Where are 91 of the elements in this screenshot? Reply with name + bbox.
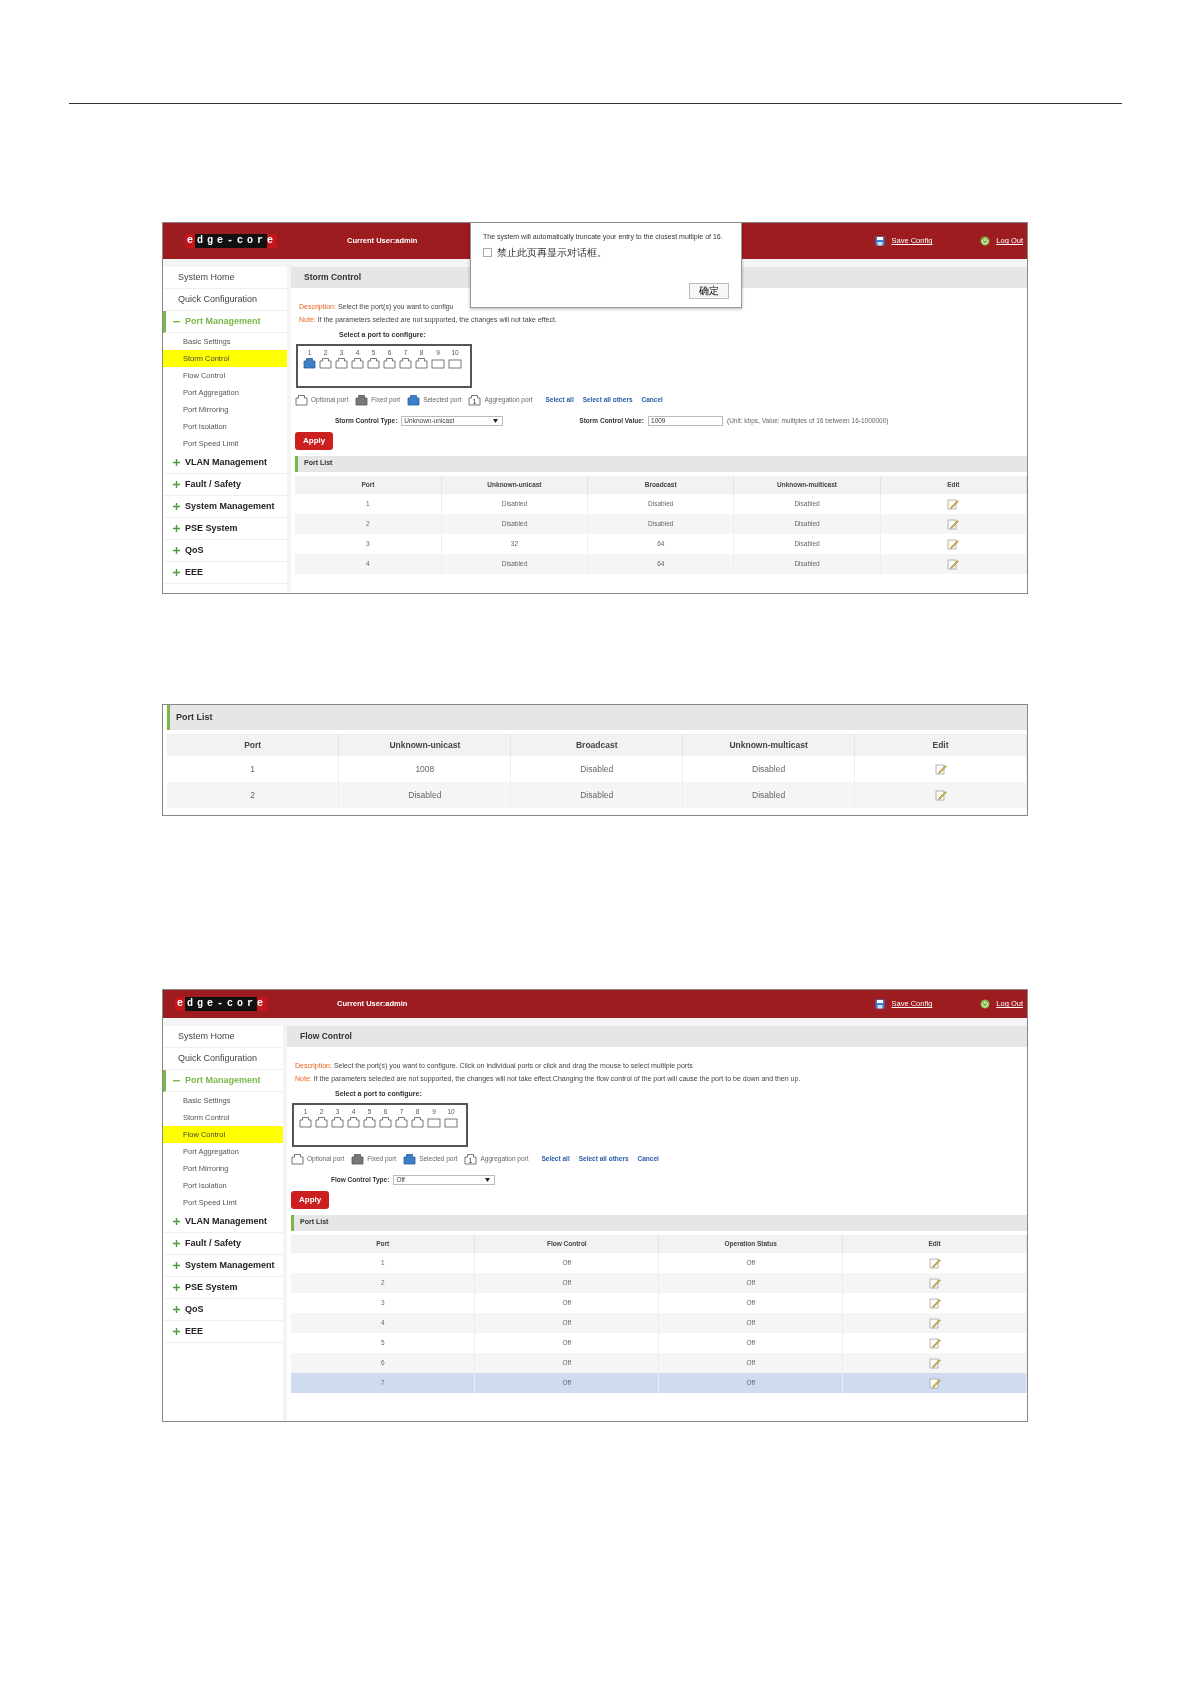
power-icon <box>980 999 991 1009</box>
port-icon[interactable] <box>427 1115 441 1128</box>
checkbox[interactable] <box>483 248 492 257</box>
column-header: Edit <box>854 734 1027 756</box>
port-icon[interactable] <box>399 356 412 369</box>
edit-icon[interactable] <box>947 557 960 570</box>
plus-icon <box>172 1327 181 1336</box>
page-title: Flow Control <box>287 1026 1027 1047</box>
port-icon <box>407 393 421 406</box>
column-header: Port <box>167 734 339 756</box>
menu-item[interactable]: Quick Configuration <box>163 1048 283 1070</box>
menu-group[interactable]: VLAN Management <box>163 1211 283 1233</box>
edit-icon[interactable] <box>947 517 960 530</box>
column-header: Unknown-unicast <box>338 734 511 756</box>
port-icon <box>403 1152 417 1165</box>
menu-item[interactable]: Quick Configuration <box>163 289 287 311</box>
power-icon <box>980 236 991 246</box>
plus-icon <box>172 1239 181 1248</box>
caret-icon <box>493 418 499 423</box>
port-icon[interactable] <box>351 356 364 369</box>
port-icon[interactable] <box>335 356 348 369</box>
caret-icon <box>485 1177 491 1182</box>
menu-group[interactable]: Fault / Safety <box>163 1233 283 1255</box>
table-cell: Disabled <box>752 763 786 774</box>
port-icon[interactable] <box>444 1115 458 1128</box>
port-icon[interactable] <box>319 356 332 369</box>
port-icon[interactable] <box>379 1115 392 1128</box>
checkbox-label: 禁止此页再显示对话框。 <box>497 246 607 259</box>
port-icon[interactable] <box>303 356 316 369</box>
plus-icon <box>172 480 181 489</box>
apply-button[interactable]: Apply <box>295 431 334 450</box>
plus-icon <box>172 1283 181 1292</box>
port-icon <box>291 1152 304 1165</box>
plus-icon <box>172 524 181 533</box>
menu-group[interactable]: System Management <box>163 1255 283 1277</box>
table-cell: Disabled <box>408 789 442 800</box>
ok-button[interactable]: 确定 <box>689 283 729 299</box>
menu-group[interactable]: PSE System <box>163 518 287 540</box>
menu-item[interactable]: System Home <box>163 1026 283 1048</box>
plus-icon <box>172 568 181 577</box>
edit-icon[interactable] <box>934 763 947 776</box>
column-header: Broadcast <box>510 734 683 756</box>
port-icon[interactable] <box>431 356 445 369</box>
port-icon[interactable] <box>363 1115 376 1128</box>
table-cell: Disabled <box>580 763 614 774</box>
section-header: Port List <box>167 705 1027 730</box>
edit-icon[interactable] <box>928 1316 941 1329</box>
port-icon[interactable] <box>411 1115 424 1128</box>
table-cell: 1008 <box>415 763 435 774</box>
port-icon[interactable] <box>315 1115 328 1128</box>
menu-group[interactable]: System Management <box>163 496 287 518</box>
port-icon[interactable] <box>415 356 428 369</box>
edit-icon[interactable] <box>947 537 960 550</box>
plus-icon <box>172 458 181 467</box>
plus-icon <box>172 1261 181 1270</box>
edit-icon[interactable] <box>928 1296 941 1309</box>
port-icon <box>295 393 308 406</box>
menu-item[interactable]: System Home <box>163 267 287 289</box>
plus-icon <box>172 1305 181 1314</box>
edit-icon[interactable] <box>947 497 960 510</box>
table-cell: 2 <box>250 789 256 800</box>
port-icon[interactable] <box>448 356 462 369</box>
edit-icon[interactable] <box>934 789 947 802</box>
edit-icon[interactable] <box>928 1376 941 1389</box>
edit-icon[interactable] <box>928 1356 941 1369</box>
edit-icon[interactable] <box>928 1336 941 1349</box>
plus-icon <box>172 1217 181 1226</box>
port-icon[interactable] <box>383 356 396 369</box>
port-icon <box>355 393 369 406</box>
port-icon[interactable] <box>367 356 380 369</box>
edit-icon[interactable] <box>928 1256 941 1269</box>
plus-icon <box>172 546 181 555</box>
menu-group[interactable]: VLAN Management <box>163 452 287 474</box>
plus-icon <box>172 502 181 511</box>
port-icon[interactable] <box>395 1115 408 1128</box>
table-cell: 1 <box>250 763 256 774</box>
menu-group[interactable]: EEE <box>163 1321 283 1343</box>
port-icon[interactable] <box>347 1115 360 1128</box>
table-cell: Disabled <box>752 789 786 800</box>
port-icon[interactable] <box>299 1115 312 1128</box>
apply-button[interactable]: Apply <box>291 1190 330 1209</box>
table-cell: Disabled <box>580 789 614 800</box>
menu-group[interactable]: EEE <box>163 562 287 584</box>
menu-group[interactable]: Fault / Safety <box>163 474 287 496</box>
port-icon[interactable] <box>331 1115 344 1128</box>
column-header: Unknown-multicast <box>682 734 855 756</box>
menu-group[interactable]: QoS <box>163 1299 283 1321</box>
menu-group[interactable]: QoS <box>163 540 287 562</box>
edit-icon[interactable] <box>928 1276 941 1289</box>
menu-group[interactable]: PSE System <box>163 1277 283 1299</box>
port-icon <box>351 1152 365 1165</box>
